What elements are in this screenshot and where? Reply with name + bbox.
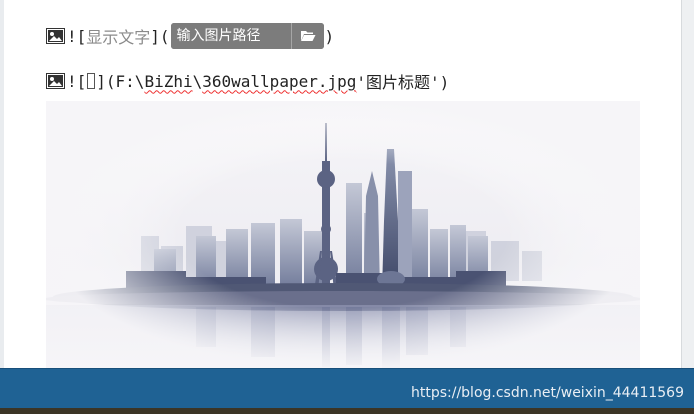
image-path-group <box>170 23 324 49</box>
markdown-bracket-paren: ]( <box>96 71 116 91</box>
editor-left-border <box>0 0 4 368</box>
path-separator: \ <box>192 71 203 91</box>
empty-alt-glyph <box>87 73 96 89</box>
image-markdown-line-2: ![ ]( F:\ BiZhi \ 360wallpaper.jpg '图片标题… <box>46 69 449 93</box>
browse-folder-button[interactable] <box>290 23 324 49</box>
alt-text-placeholder[interactable]: 显示文字 <box>86 24 150 48</box>
status-footer-bar: https://blog.csdn.net/weixin_44411569 <box>0 368 694 409</box>
taskbar-strip <box>0 408 694 414</box>
markdown-bracket-paren: ]( <box>150 26 170 46</box>
markdown-bang-bracket: ![ <box>67 26 87 46</box>
path-drive: F:\ <box>115 71 145 91</box>
skyline-image <box>46 101 640 368</box>
image-path-input[interactable] <box>170 23 291 49</box>
image-title: '图片标题') <box>356 73 450 92</box>
folder-open-icon <box>300 31 316 41</box>
image-markdown-line-1: ![ 显示文字 ]( ) <box>46 23 335 49</box>
image-icon <box>46 28 65 44</box>
image-filename: 360wallpaper.jpg <box>202 71 357 91</box>
editor-scrollbar-area[interactable] <box>681 0 694 368</box>
path-directory: BiZhi <box>144 71 193 91</box>
blog-watermark: https://blog.csdn.net/weixin_44411569 <box>410 385 684 401</box>
image-preview[interactable] <box>46 101 640 368</box>
image-icon <box>46 73 65 89</box>
markdown-close-paren: ) <box>324 26 335 46</box>
markdown-bang-bracket: ![ <box>67 71 87 91</box>
markdown-editor-window: ![ 显示文字 ]( ) ![ ]( F:\ BiZhi \ 360wallpa <box>0 0 694 414</box>
